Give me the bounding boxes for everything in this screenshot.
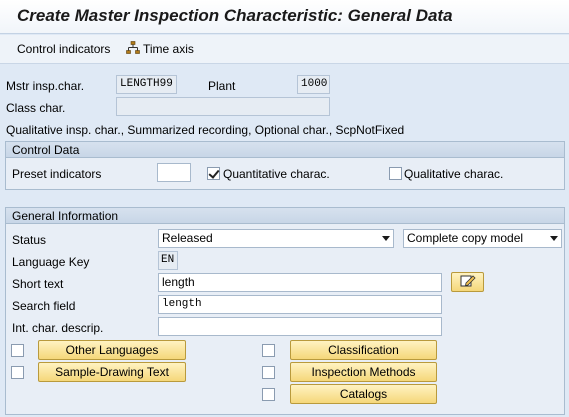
catalogs-checkbox[interactable] bbox=[262, 388, 275, 401]
application-toolbar: Control indicators Time axis bbox=[0, 35, 569, 64]
general-information-title: General Information bbox=[6, 208, 564, 224]
other-languages-checkbox[interactable] bbox=[11, 344, 24, 357]
status-dropdown[interactable]: Released bbox=[158, 229, 394, 248]
chevron-down-icon bbox=[550, 236, 558, 241]
search-field-input[interactable]: length bbox=[158, 295, 442, 314]
plant-label: Plant bbox=[208, 79, 236, 93]
pencil-edit-icon bbox=[460, 275, 476, 287]
sample-drawing-text-button[interactable]: Sample-Drawing Text bbox=[38, 362, 186, 382]
int-char-descrip-field[interactable] bbox=[158, 317, 442, 336]
qualitative-label: Qualitative charac. bbox=[404, 167, 504, 181]
preset-indicators-label: Preset indicators bbox=[12, 167, 102, 181]
characteristic-summary: Qualitative insp. char., Summarized reco… bbox=[6, 123, 405, 137]
class-char-label: Class char. bbox=[6, 101, 66, 115]
plant-field[interactable]: 1000 bbox=[297, 75, 330, 94]
classification-button[interactable]: Classification bbox=[290, 340, 437, 360]
class-char-field[interactable] bbox=[116, 97, 330, 116]
time-axis-button[interactable]: Time axis bbox=[126, 41, 194, 57]
window-title: Create Master Inspection Characteristic:… bbox=[17, 6, 453, 25]
control-data-title: Control Data bbox=[6, 142, 564, 158]
copy-model-value: Complete copy model bbox=[407, 231, 524, 245]
general-information-group: General Information Status Released Comp… bbox=[5, 207, 565, 415]
language-key-field[interactable]: EN bbox=[158, 251, 178, 270]
catalogs-button[interactable]: Catalogs bbox=[290, 384, 437, 404]
control-data-group: Control Data Preset indicators Quantitat… bbox=[5, 141, 565, 190]
edit-long-text-button[interactable] bbox=[451, 272, 484, 292]
short-text-field[interactable]: length bbox=[158, 273, 442, 292]
mstr-insp-char-label: Mstr insp.char. bbox=[6, 79, 85, 93]
sample-drawing-checkbox[interactable] bbox=[11, 366, 24, 379]
control-indicators-label: Control indicators bbox=[17, 42, 111, 56]
other-languages-button[interactable]: Other Languages bbox=[38, 340, 186, 360]
status-value: Released bbox=[162, 231, 213, 245]
int-char-descrip-label: Int. char. descrip. bbox=[12, 321, 104, 335]
title-bar: Create Master Inspection Characteristic:… bbox=[0, 0, 569, 34]
language-key-label: Language Key bbox=[12, 255, 90, 269]
classification-checkbox[interactable] bbox=[262, 344, 275, 357]
status-label: Status bbox=[12, 233, 47, 247]
qualitative-checkbox[interactable] bbox=[389, 167, 402, 180]
chevron-down-icon bbox=[382, 236, 390, 241]
inspection-methods-checkbox[interactable] bbox=[262, 366, 275, 379]
quantitative-label: Quantitative charac. bbox=[223, 167, 330, 181]
hierarchy-icon bbox=[126, 41, 140, 54]
copy-model-dropdown[interactable]: Complete copy model bbox=[403, 229, 562, 248]
time-axis-label: Time axis bbox=[143, 42, 194, 56]
quantitative-checkbox[interactable] bbox=[207, 167, 220, 180]
main-content: Mstr insp.char. LENGTH99 Plant 1000 Clas… bbox=[0, 65, 569, 417]
search-field-label: Search field bbox=[12, 299, 76, 313]
preset-indicators-field[interactable] bbox=[157, 163, 191, 182]
mstr-insp-char-field[interactable]: LENGTH99 bbox=[116, 75, 177, 94]
inspection-methods-button[interactable]: Inspection Methods bbox=[290, 362, 437, 382]
control-indicators-button[interactable]: Control indicators bbox=[17, 41, 110, 57]
short-text-label: Short text bbox=[12, 277, 64, 291]
